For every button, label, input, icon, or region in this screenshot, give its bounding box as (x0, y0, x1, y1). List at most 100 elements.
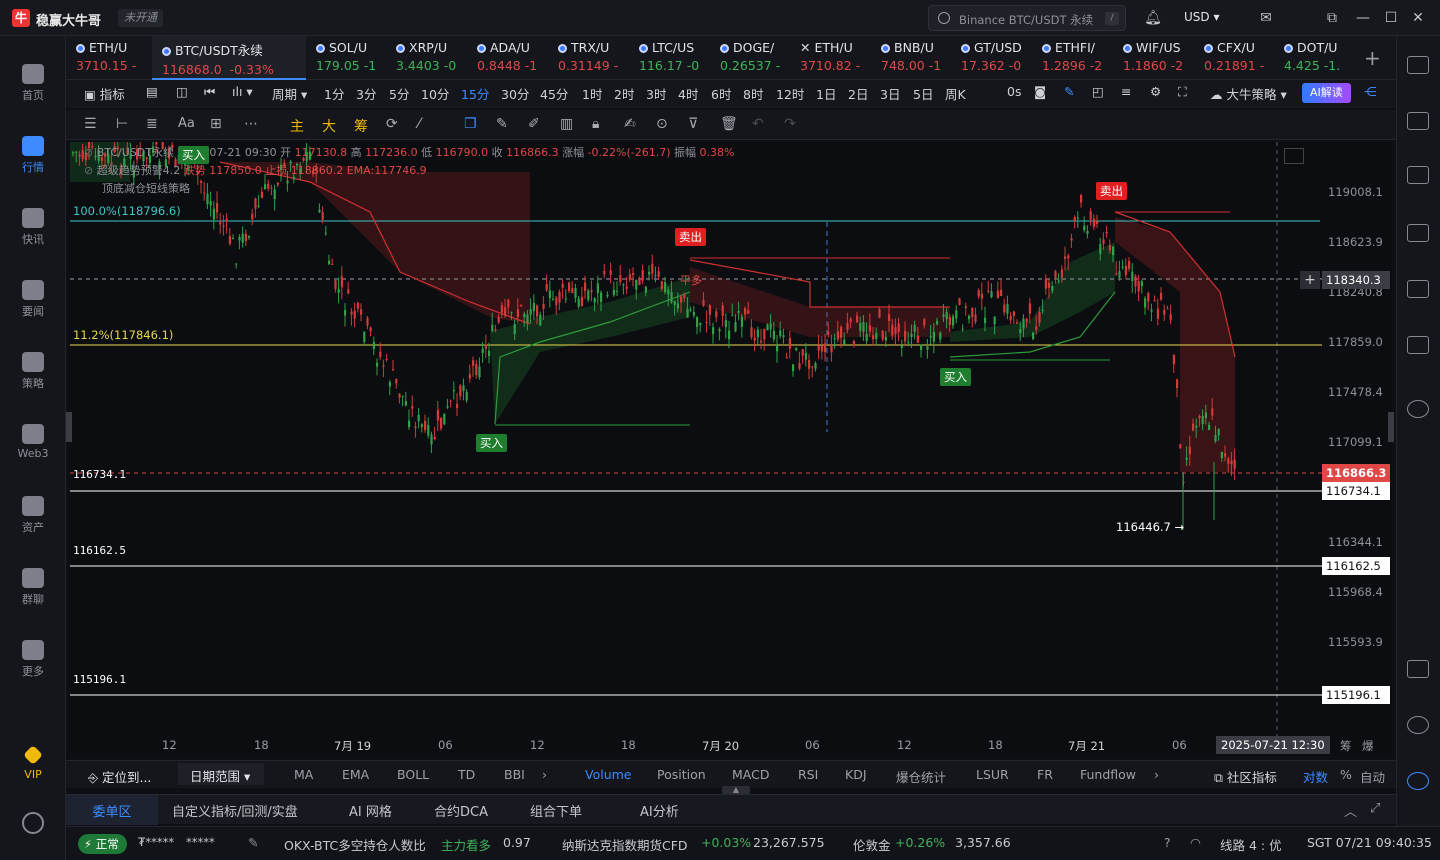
subindicator-tab-volume[interactable]: Volume (585, 767, 632, 782)
chart-type-select[interactable]: ılı ▾ (232, 84, 253, 99)
tab-symbol[interactable]: DOT/U 4.425 -1. (1274, 36, 1354, 80)
mail-icon[interactable]: ✉ (1256, 8, 1276, 28)
interval-3d[interactable]: 3日 (880, 84, 900, 103)
chevron-right-icon[interactable]: › (542, 767, 547, 782)
sidebar-item-assets[interactable]: 资产 (0, 496, 66, 535)
log-scale-toggle[interactable]: 对数 (1303, 767, 1328, 786)
dollar-icon[interactable] (1407, 166, 1429, 184)
subindicator-tab-macd[interactable]: MACD (732, 767, 769, 782)
popout-icon[interactable]: ⧉ (1322, 8, 1342, 28)
sidebar-item-vip[interactable]: VIP (0, 745, 66, 781)
indicator-button[interactable]: ▣ 指标 (84, 84, 125, 103)
subindicator-tab-lsur[interactable]: LSUR (976, 767, 1009, 782)
tab-symbol-active[interactable]: BTC/USDT永续 116868.0 -0.33% (152, 36, 306, 80)
panel-tab-dca[interactable]: 合约DCA (434, 801, 488, 820)
robot-assistant-icon[interactable] (1407, 772, 1429, 790)
subindicator-tab-kdj[interactable]: KDJ (845, 767, 867, 782)
interval-2h[interactable]: 2时 (614, 84, 634, 103)
sidebar-item-market[interactable]: 行情 (0, 136, 66, 175)
share-icon[interactable]: ⋲ (1364, 84, 1377, 99)
time-axis[interactable]: 12 18 7月 19 06 12 18 7月 20 06 12 18 7月 2… (70, 736, 1392, 756)
frame-icon[interactable]: ◰ (1092, 84, 1104, 99)
interval-1d[interactable]: 1日 (816, 84, 836, 103)
chip-toggle[interactable]: 筹 (354, 116, 368, 136)
copy-icon[interactable]: ❐ (464, 116, 477, 132)
interval-5d[interactable]: 5日 (913, 84, 933, 103)
interval-15m[interactable]: 15分 (461, 84, 489, 103)
tab-symbol[interactable]: XRP/U 3.4403 -0 (386, 36, 466, 80)
tab-symbol[interactable]: BNB/U 748.00 -1 (871, 36, 951, 80)
headset-icon[interactable] (1407, 716, 1429, 734)
calendar-icon[interactable]: ▤ (146, 84, 158, 99)
interval-30m[interactable]: 30分 (501, 84, 529, 103)
subindicator-tab-position[interactable]: Position (657, 767, 706, 782)
settings-icon[interactable] (22, 812, 44, 834)
strategy-select[interactable]: ☁ 大牛策略 ▾ (1210, 84, 1287, 103)
card-icon[interactable] (1407, 336, 1429, 354)
left-collapse-handle[interactable] (66, 412, 72, 442)
indicator-tab-ma[interactable]: MA (294, 767, 313, 782)
transfer-icon[interactable] (1407, 400, 1429, 418)
indicator-tab-bbi[interactable]: BBI (504, 767, 525, 782)
hline-icon[interactable]: ⊢ (116, 116, 128, 132)
interval-6h[interactable]: 6时 (711, 84, 731, 103)
pencil-icon[interactable]: ✎ (496, 116, 508, 132)
panel-tab-ai-grid[interactable]: AI 网格 (349, 801, 392, 820)
close-icon[interactable]: ✕ (1408, 8, 1428, 28)
tab-symbol[interactable]: LTC/US 116.17 -0 (629, 36, 709, 80)
tab-symbol[interactable]: ETHFI/1.2896 -2 (1032, 36, 1112, 80)
locate-button[interactable]: ⎆ 定位到... (88, 767, 151, 786)
interval-5m[interactable]: 5分 (389, 84, 409, 103)
edit-icon[interactable]: ✎ (248, 835, 258, 850)
text-tool-icon[interactable]: Aa (178, 116, 195, 131)
sync-icon[interactable]: ⟳ (386, 116, 398, 132)
camera-icon[interactable]: ◙ (1034, 84, 1046, 99)
interval-45m[interactable]: 45分 (540, 84, 568, 103)
sidebar-item-home[interactable]: 首页 (0, 64, 66, 103)
edit-icon[interactable]: ✍ (624, 116, 636, 132)
subindicator-tab-liquidation[interactable]: 爆仓统计 (896, 767, 946, 786)
interval-4h[interactable]: 4时 (678, 84, 698, 103)
sidebar-item-strategy[interactable]: 策略 (0, 352, 66, 391)
ai-interpret-button[interactable]: AI解读 (1302, 83, 1351, 103)
add-tab-icon[interactable]: + (1364, 46, 1381, 70)
sidebar-item-web3[interactable]: Web3 (0, 424, 66, 460)
panel-resize-handle[interactable]: ▲ (722, 786, 750, 794)
indicator-tab-ema[interactable]: EMA (342, 767, 369, 782)
expand-panel-icon[interactable]: ⤢ (1370, 801, 1380, 816)
close-tab-icon[interactable]: ✕ (800, 40, 810, 55)
period-select[interactable]: 周期 ▾ (272, 84, 307, 103)
search-input[interactable]: Binance BTC/USDT 永续 / (928, 5, 1126, 31)
panel-tab-custom-indicators[interactable]: 自定义指标/回测/实盘 (172, 801, 298, 820)
help-icon[interactable]: ? (1164, 835, 1171, 850)
currency-select[interactable]: USD ▾ (1184, 10, 1219, 24)
layout-icon[interactable]: ◫ (176, 84, 188, 99)
document-icon[interactable] (1407, 112, 1429, 130)
axis-liquidation-toggle[interactable]: 爆 (1362, 738, 1374, 754)
filter-icon[interactable]: ⊽ (688, 116, 698, 132)
percent-scale-toggle[interactable]: % (1340, 767, 1352, 782)
tab-symbol[interactable]: ADA/U 0.8448 -1 (467, 36, 547, 80)
interval-3h[interactable]: 3时 (646, 84, 666, 103)
maximize-icon[interactable]: ☐ (1381, 8, 1401, 28)
panel-layout-icon[interactable] (1407, 660, 1429, 678)
panel-tab-orders[interactable]: 委单区 (66, 795, 158, 825)
big-toggle[interactable]: 大 (322, 116, 336, 136)
highlighter-icon[interactable]: ✐ (528, 116, 540, 132)
interval-12h[interactable]: 12时 (776, 84, 804, 103)
tab-symbol[interactable]: SOL/U 179.05 -1 (306, 36, 386, 80)
gear-icon[interactable]: ⚙ (1150, 84, 1161, 99)
interval-10m[interactable]: 10分 (421, 84, 449, 103)
sidebar-item-chat[interactable]: 群聊 (0, 568, 66, 607)
undo-icon[interactable]: ↶ (752, 116, 764, 132)
status-badge[interactable]: 未开通 (118, 9, 163, 27)
interval-week[interactable]: 周K (945, 84, 966, 103)
price-chart[interactable]: ⊘ BTC/USDT永续 2025-07-21 09:30 开 117130.8… (66, 142, 1394, 736)
interval-1m[interactable]: 1分 (324, 84, 344, 103)
candles-icon[interactable]: ▥ (560, 116, 573, 132)
bell-icon[interactable]: 🔔︎ (1143, 8, 1163, 28)
interval-2d[interactable]: 2日 (848, 84, 868, 103)
indicator-tab-boll[interactable]: BOLL (397, 767, 429, 782)
subindicator-tab-rsi[interactable]: RSI (798, 767, 818, 782)
ticker-nasdaq[interactable]: 纳斯达克指数期货CFD (562, 835, 688, 854)
